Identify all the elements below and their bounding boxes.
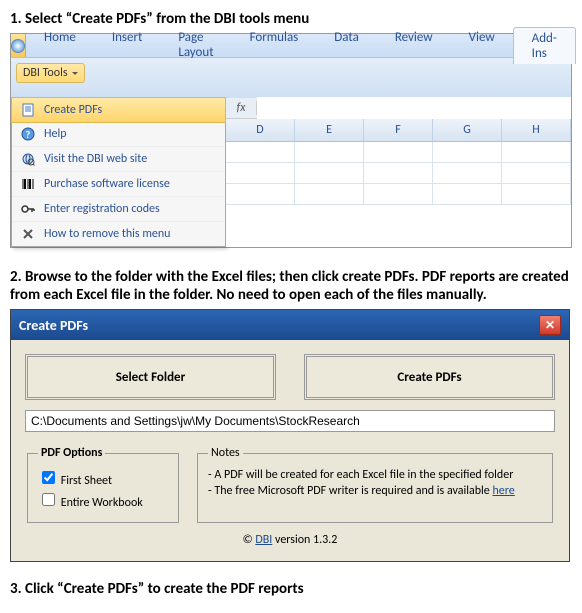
cell[interactable] <box>433 142 502 162</box>
pdf-options-legend: PDF Options <box>38 446 105 460</box>
cell[interactable] <box>226 184 295 204</box>
note-2: - The free Microsoft PDF writer is requi… <box>208 484 542 498</box>
dbi-tools-dropdown: Create PDFs ? Help Visit the DBI web sit… <box>11 98 226 247</box>
cell[interactable] <box>433 184 502 204</box>
dialog-title-text: Create PDFs <box>19 317 88 334</box>
menu-item-enter-codes[interactable]: Enter registration codes <box>12 197 225 222</box>
notes-legend: Notes <box>208 446 243 460</box>
cell[interactable] <box>295 142 364 162</box>
step-3-heading: 3. Click “Create PDFs” to create the PDF… <box>10 580 572 598</box>
cell[interactable] <box>295 184 364 204</box>
step-1-heading: 1. Select “Create PDFs” from the DBI too… <box>10 10 572 28</box>
worksheet-area: fx D E F G H <box>226 98 571 247</box>
close-icon: ✕ <box>545 318 555 333</box>
cell[interactable] <box>502 184 571 204</box>
menu-item-label: How to remove this menu <box>44 227 171 241</box>
ribbon-tab-addins[interactable]: Add-Ins <box>513 27 576 64</box>
notes-group: Notes - A PDF will be created for each E… <box>197 446 553 523</box>
ribbon-tab-home[interactable]: Home <box>26 27 94 64</box>
first-sheet-checkbox[interactable] <box>42 471 55 484</box>
col-header[interactable]: G <box>433 119 502 141</box>
page-icon <box>18 102 38 118</box>
cell[interactable] <box>226 163 295 183</box>
menu-item-help[interactable]: ? Help <box>12 122 225 147</box>
svg-text:?: ? <box>26 128 31 141</box>
dialog-footer: © DBI version 1.3.2 <box>25 533 555 547</box>
col-header[interactable]: F <box>364 119 433 141</box>
ribbon-tab-data[interactable]: Data <box>316 27 377 64</box>
formula-bar: fx <box>226 98 571 119</box>
col-header[interactable]: H <box>502 119 571 141</box>
ribbon-tab-insert[interactable]: Insert <box>94 27 161 64</box>
ribbon-tab-row: Home Insert Page Layout Formulas Data Re… <box>11 34 571 58</box>
select-folder-button[interactable]: Select Folder <box>25 354 276 400</box>
menu-item-label: Purchase software license <box>44 177 170 191</box>
entire-workbook-option[interactable]: Entire Workbook <box>38 490 168 510</box>
office-button[interactable] <box>11 34 26 57</box>
globe-icon <box>18 151 38 167</box>
chevron-down-icon <box>72 72 78 75</box>
menu-item-label: Visit the DBI web site <box>44 152 147 166</box>
cell[interactable] <box>364 142 433 162</box>
sheet-rows <box>226 142 571 208</box>
menu-item-visit-website[interactable]: Visit the DBI web site <box>12 147 225 172</box>
dialog-titlebar: Create PDFs ✕ <box>11 310 569 340</box>
first-sheet-label: First Sheet <box>61 474 112 488</box>
create-pdfs-button[interactable]: Create PDFs <box>304 354 555 400</box>
menu-item-label: Help <box>44 127 67 141</box>
close-button[interactable]: ✕ <box>539 315 561 335</box>
key-icon <box>18 201 38 217</box>
column-headers: D E F G H <box>226 119 571 142</box>
menu-item-create-pdfs[interactable]: Create PDFs <box>11 97 226 123</box>
excel-screenshot: Home Insert Page Layout Formulas Data Re… <box>10 33 572 248</box>
ribbon-tab-pagelayout[interactable]: Page Layout <box>160 27 231 64</box>
barcode-icon <box>18 176 38 192</box>
help-icon: ? <box>18 126 38 142</box>
cell[interactable] <box>295 163 364 183</box>
menu-item-label: Enter registration codes <box>44 202 160 216</box>
cell[interactable] <box>226 142 295 162</box>
step-2-heading: 2. Browse to the folder with the Excel f… <box>10 268 572 304</box>
ribbon-tab-view[interactable]: View <box>451 27 513 64</box>
pdf-writer-link[interactable]: here <box>492 484 514 498</box>
ribbon-tab-formulas[interactable]: Formulas <box>232 27 317 64</box>
dialog-body: Select Folder Create PDFs PDF Options Fi… <box>11 340 569 561</box>
pdf-options-group: PDF Options First Sheet Entire Workbook <box>27 446 179 523</box>
cell[interactable] <box>364 184 433 204</box>
cell[interactable] <box>502 142 571 162</box>
cell[interactable] <box>502 163 571 183</box>
formula-input[interactable] <box>257 97 571 119</box>
menu-item-remove-menu[interactable]: How to remove this menu <box>12 222 225 246</box>
menu-item-label: Create PDFs <box>44 103 102 117</box>
close-icon <box>18 226 38 242</box>
cell[interactable] <box>364 163 433 183</box>
dbi-link[interactable]: DBI <box>255 533 272 547</box>
entire-workbook-label: Entire Workbook <box>61 496 143 510</box>
folder-path-input[interactable] <box>25 410 555 432</box>
ribbon-body: DBI Tools <box>11 58 571 98</box>
entire-workbook-checkbox[interactable] <box>42 493 55 506</box>
create-pdfs-dialog: Create PDFs ✕ Select Folder Create PDFs … <box>10 309 570 562</box>
office-icon <box>11 39 25 53</box>
dbi-tools-button[interactable]: DBI Tools <box>16 63 85 83</box>
menu-item-purchase-license[interactable]: Purchase software license <box>12 172 225 197</box>
ribbon-tab-review[interactable]: Review <box>377 27 451 64</box>
cell[interactable] <box>433 163 502 183</box>
col-header[interactable]: D <box>226 119 295 141</box>
first-sheet-option[interactable]: First Sheet <box>38 468 168 488</box>
fx-label: fx <box>226 101 257 115</box>
col-header[interactable]: E <box>295 119 364 141</box>
note-1: - A PDF will be created for each Excel f… <box>208 468 542 482</box>
dbi-tools-label: DBI Tools <box>23 66 68 80</box>
